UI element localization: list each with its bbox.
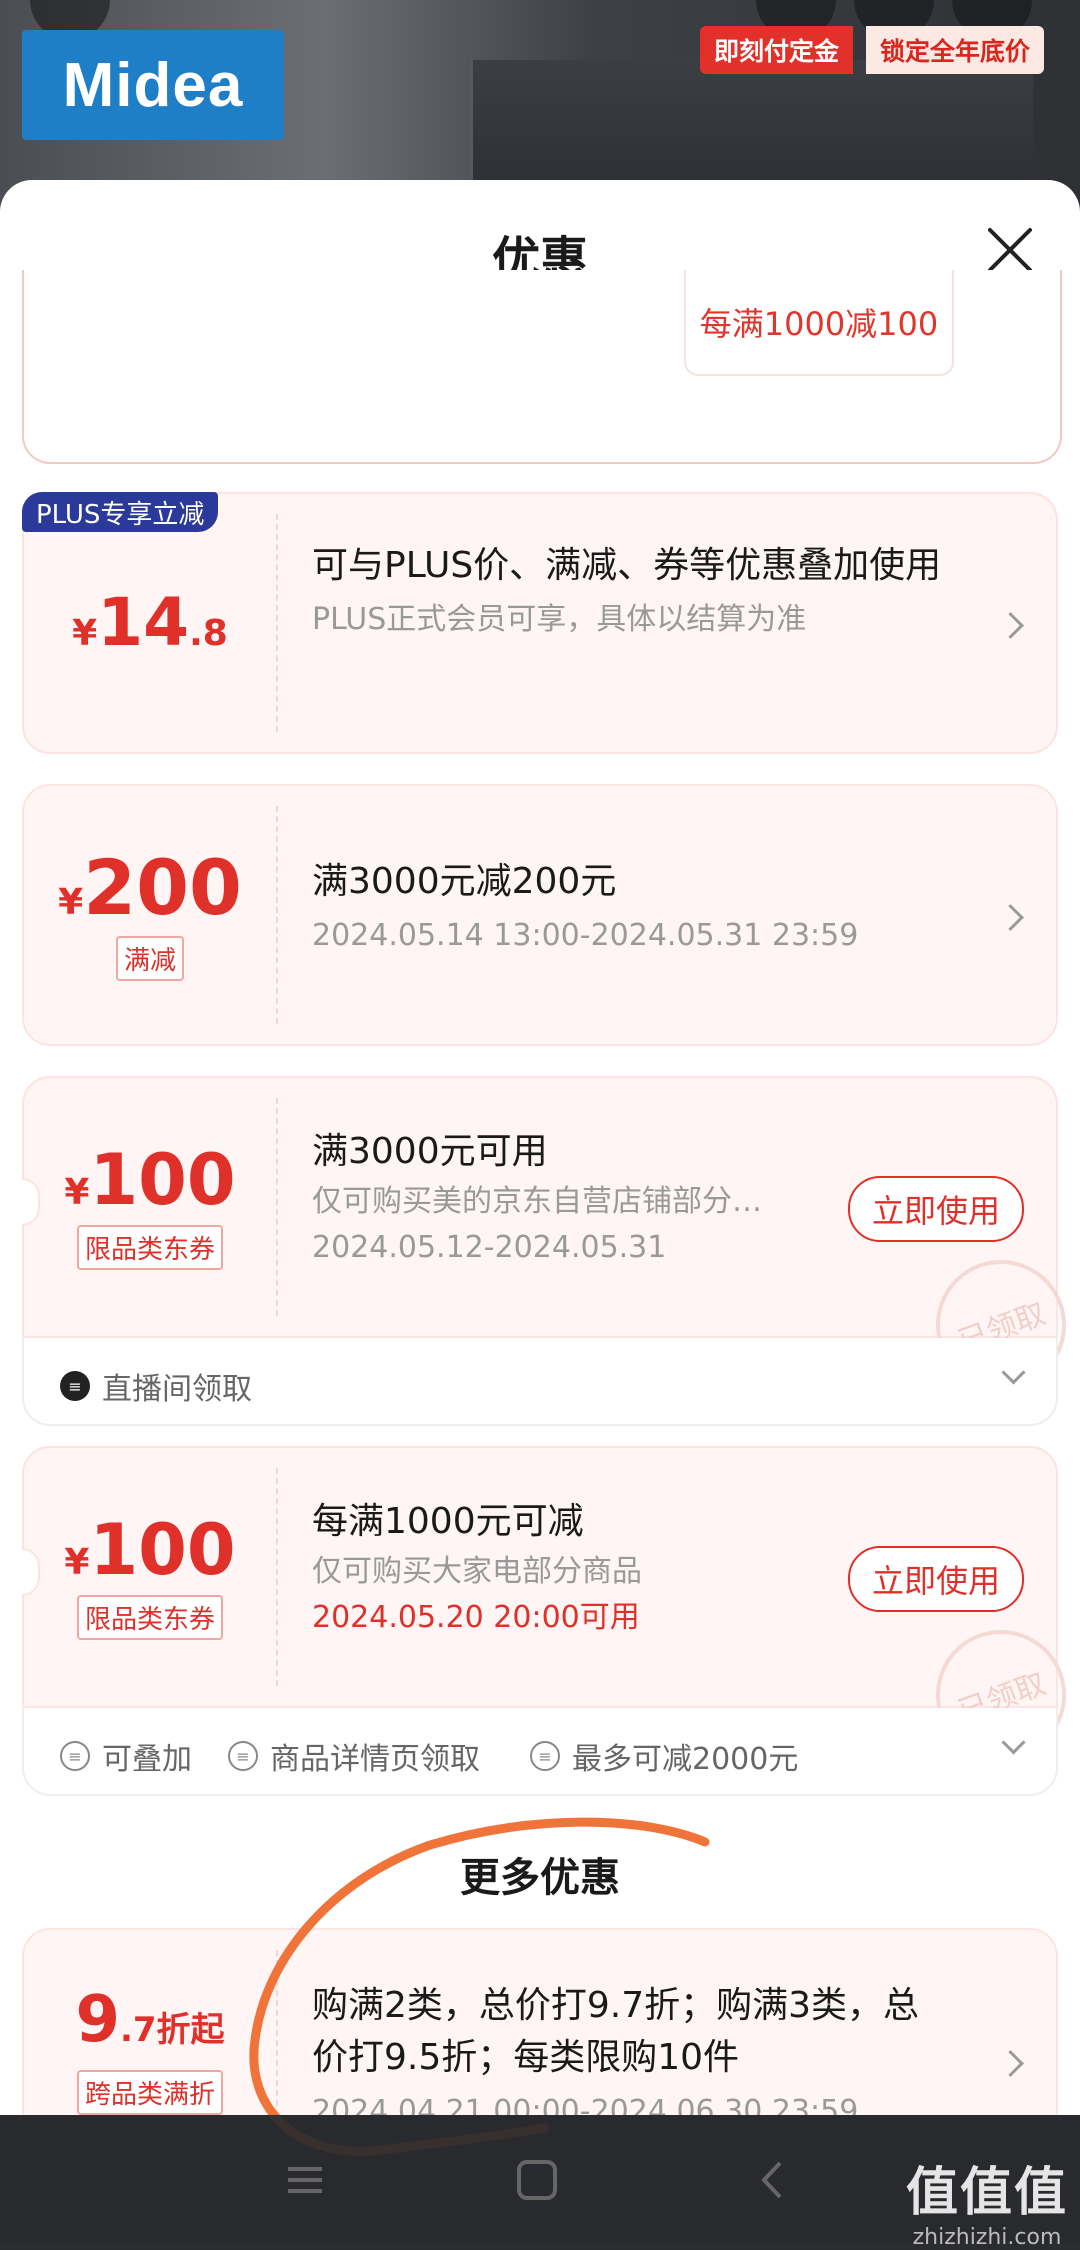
- discount-sheet: 优惠 每满1000减100 PLUS专享立减 ¥14.8 可与PLUS价、满减、…: [0, 180, 1080, 2115]
- coupon-source: ≡ 商品详情页领取: [228, 1734, 480, 1778]
- coupon-footer[interactable]: ≡ 可叠加 ≡ 商品详情页领取 ≡ 最多可减2000元: [22, 1708, 1058, 1796]
- coupon-max-label: 最多可减2000元: [572, 1742, 799, 1777]
- menu-icon[interactable]: [280, 2155, 330, 2205]
- watermark-url: zhizhizhi.com: [912, 2225, 1062, 2250]
- coupon-date: 2024.05.14 13:00-2024.05.31 23:59: [312, 918, 859, 953]
- coupon-card-full-reduction[interactable]: ¥200 满减 满3000元减200元 2024.05.14 13:00-202…: [22, 784, 1058, 1046]
- coupon-title: 满3000元可用: [312, 1131, 548, 1172]
- coupon-divider: [276, 514, 278, 732]
- chevron-right-icon: [997, 612, 1024, 639]
- watermark-logo-text: 值值值: [905, 2163, 1068, 2223]
- coupon-text: 满3000元可用 仅可购买美的京东自营店铺部分… 2024.05.12-2024…: [312, 1126, 786, 1270]
- coupon-text: 购满2类，总价打9.7折；购满3类，总价打9.5折；每类限购10件 2024.0…: [312, 1980, 946, 2115]
- chevron-right-icon: [997, 904, 1024, 931]
- coupon-card-per-1000[interactable]: ¥100 限品类东券 每满1000元可减 仅可购买大家电部分商品 2024.05…: [22, 1446, 1080, 1779]
- coupon-text: 满3000元减200元 2024.05.14 13:00-2024.05.31 …: [312, 856, 946, 958]
- coupon-title: 满3000元减200元: [312, 861, 617, 902]
- chevron-down-icon[interactable]: [1001, 1360, 1026, 1385]
- coupon-tag: 跨品类满折: [76, 2070, 223, 2115]
- coupon-amount: ¥100: [64, 1138, 236, 1221]
- chevron-right-icon: [997, 2050, 1024, 2077]
- chevron-down-icon[interactable]: [1001, 1730, 1026, 1755]
- more-discounts-title: 更多优惠: [460, 1855, 620, 1901]
- coupon-subtitle: 仅可购买大家电部分商品: [312, 1554, 642, 1589]
- coupon-date: 2024.05.12-2024.05.31: [312, 1230, 667, 1265]
- coupon-stackable-label: 可叠加: [102, 1742, 192, 1777]
- coupon-source-label: 商品详情页领取: [270, 1742, 480, 1777]
- promo-tag-lock-price: 锁定全年底价: [866, 26, 1045, 74]
- coupon-divider: [276, 1950, 278, 2115]
- coupon-amount-block: 9.7折起 跨品类满折: [24, 1930, 276, 2115]
- coupon-divider: [276, 806, 278, 1024]
- coupon-subtitle: PLUS正式会员可享，具体以结算为准: [312, 602, 807, 637]
- coupon-tag: 限品类东券: [76, 1594, 223, 1640]
- coupon-stackable: ≡ 可叠加: [60, 1734, 192, 1778]
- coupon-title: 可与PLUS价、满减、券等优惠叠加使用: [312, 545, 942, 586]
- use-now-button[interactable]: 立即使用: [848, 1546, 1024, 1612]
- coupon-tag: 满减: [115, 935, 184, 981]
- coupon-text: 每满1000元可减 仅可购买大家电部分商品 2024.05.20 20:00可用: [312, 1496, 786, 1640]
- home-icon[interactable]: [512, 2155, 562, 2205]
- coupon-card-category[interactable]: ¥100 限品类东券 满3000元可用 仅可购买美的京东自营店铺部分… 2024…: [22, 1076, 1080, 1409]
- coupon-amount: ¥200: [58, 842, 242, 932]
- watermark: 值值值 zhizhizhi.com: [906, 2150, 1068, 2250]
- coupon-date: 2024.05.20 20:00可用: [312, 1600, 640, 1635]
- use-now-button[interactable]: 立即使用: [848, 1176, 1024, 1242]
- coupon-title: 每满1000元可减: [312, 1501, 584, 1542]
- brand-logo: Midea: [22, 30, 284, 140]
- stack-icon: ≡: [60, 1741, 90, 1771]
- coupon-text: 可与PLUS价、满减、券等优惠叠加使用 PLUS正式会员可享，具体以结算为准: [312, 540, 946, 642]
- coupon-max: ≡ 最多可减2000元: [530, 1734, 798, 1778]
- coupon-source-label: 直播间领取: [102, 1372, 252, 1407]
- coupon-amount: ¥14.8: [72, 584, 228, 661]
- back-icon[interactable]: [748, 2155, 798, 2205]
- live-icon: ≡: [60, 1371, 90, 1401]
- ticket-icon: ≡: [530, 1741, 560, 1771]
- ticket-icon: ≡: [228, 1741, 258, 1771]
- coupon-amount: ¥100: [64, 1508, 236, 1591]
- coupon-source: ≡ 直播间领取: [60, 1364, 252, 1408]
- coupon-amount-block: ¥100 限品类东券: [24, 1448, 276, 1706]
- coupon-card-cross-category[interactable]: 9.7折起 跨品类满折 购满2类，总价打9.7折；购满3类，总价打9.5折；每类…: [22, 1928, 1058, 2115]
- coupon-card-plus[interactable]: PLUS专享立减 ¥14.8 可与PLUS价、满减、券等优惠叠加使用 PLUS正…: [22, 492, 1058, 754]
- coupon-amount-block: ¥14.8: [24, 494, 276, 752]
- coupon-amount-block: ¥200 满减: [24, 786, 276, 1044]
- coupon-divider: [276, 1468, 278, 1686]
- coupon-date: 2024.04.21 00:00-2024.06.30 23:59: [312, 2094, 859, 2115]
- coupon-title: 购满2类，总价打9.7折；购满3类，总价打9.5折；每类限购10件: [312, 1985, 920, 2078]
- coupon-amount-block: ¥100 限品类东券: [24, 1078, 276, 1336]
- mini-coupon: 每满1000减100: [684, 270, 954, 376]
- discount-card-partial[interactable]: 每满1000减100: [22, 270, 1062, 464]
- coupon-footer[interactable]: ≡ 直播间领取: [22, 1338, 1058, 1426]
- coupon-tag: 限品类东券: [76, 1224, 223, 1270]
- coupon-subtitle: 仅可购买美的京东自营店铺部分…: [312, 1184, 762, 1219]
- coupon-amount: 9.7折起: [75, 1983, 225, 2057]
- coupon-divider: [276, 1098, 278, 1316]
- promo-tag-deposit: 即刻付定金: [700, 26, 854, 74]
